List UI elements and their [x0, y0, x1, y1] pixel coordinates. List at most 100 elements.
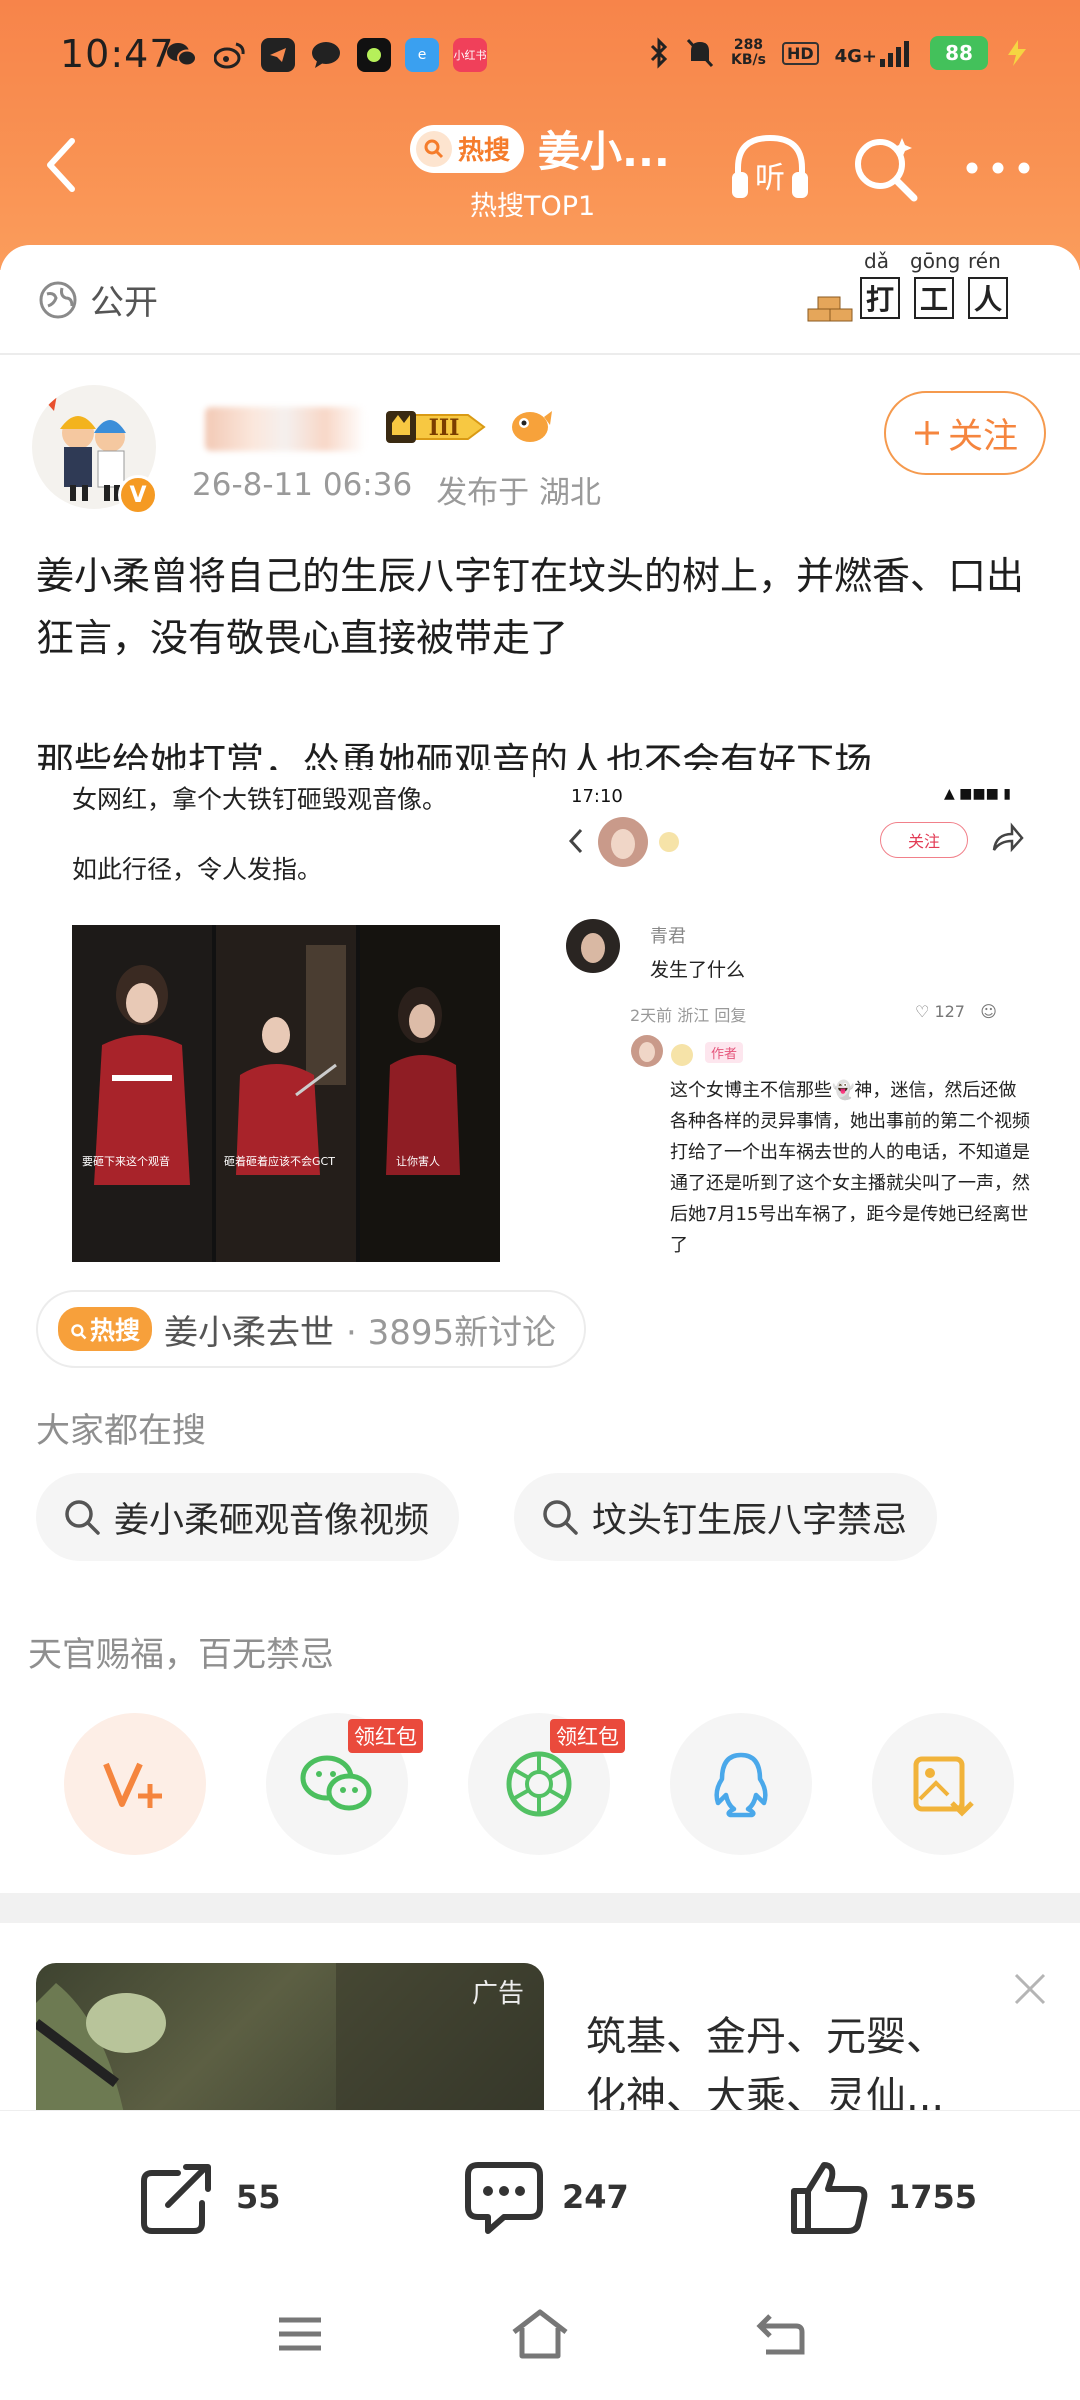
app-notif-icon — [357, 38, 391, 72]
image-status-icons: ▲ ■■■ ▮ — [943, 786, 1011, 802]
signal-indicator: 4G+ — [835, 39, 914, 67]
message-notif-icon — [309, 38, 343, 72]
nav-subtitle: 热搜TOP1 — [470, 191, 596, 222]
wechat-notif-icon — [165, 38, 199, 72]
pinyin-gong: gōng — [910, 249, 961, 273]
image-caption: 女网红，拿个大铁钉砸毁观音像。 — [72, 785, 448, 814]
username-blurred[interactable] — [205, 407, 365, 451]
visibility-row: 公开 — [38, 275, 158, 324]
hot-topic-chip[interactable]: 热搜 姜小柔去世 · 3895新讨论 — [36, 1290, 587, 1368]
comment-icon — [465, 2162, 543, 2234]
commenter-avatar — [566, 919, 620, 973]
image-back-icon — [568, 828, 583, 854]
weibo-notif-icon — [213, 38, 247, 72]
home-icon[interactable] — [510, 2308, 570, 2360]
post-meta: 26-8-11 06:36 发布于 湖北 — [192, 467, 601, 512]
post-image-right[interactable]: 17:10 ▲ ■■■ ▮ 关注 青君 发生了什么 2天前 浙江 回复 ♡ 12… — [535, 770, 1047, 1262]
search-magic-icon[interactable] — [850, 132, 922, 204]
dagongren-sticker: dǎ gōng rén 打 工 人 — [806, 249, 1016, 329]
more-icon[interactable] — [962, 150, 1034, 186]
trending-search-heading: 大家都在搜 — [36, 1411, 206, 1451]
hot-search-badge: 热搜 — [410, 124, 525, 173]
search-suggestion-chip[interactable]: 坟头钉生辰八字禁忌 — [514, 1473, 938, 1561]
post-paragraph: 姜小柔曾将自己的生辰八字钉在坟头的树上，并燃香、口出狂言，没有敬畏心直接被带走了 — [36, 554, 1025, 660]
bricks-icon — [807, 296, 853, 322]
notification-icons: e 小红书 — [165, 38, 487, 72]
repost-icon — [141, 2164, 211, 2234]
hd-badge: HD — [781, 41, 819, 65]
image-status-time: 17:10 — [571, 786, 623, 807]
redpack-badge: 领红包 — [550, 1719, 625, 1753]
ad-image[interactable]: 广告 — [36, 1963, 544, 2123]
save-image-icon — [913, 1756, 974, 1817]
author-reply: 这个女博主不信那些👻神，迷信，然后还做各种各样的灵异事情，她出事前的第二个视频打… — [670, 1080, 1030, 1256]
frame-caption: 要砸下来这个观音 — [82, 1155, 170, 1168]
redpack-badge: 领红包 — [348, 1719, 423, 1753]
frame-caption: 让你害人 — [396, 1155, 440, 1168]
back-arrow-icon[interactable] — [38, 135, 88, 195]
qq-icon — [714, 1752, 768, 1818]
verified-badge: V — [118, 475, 158, 515]
char-gong: 工 — [914, 277, 954, 319]
wechat-icon — [300, 1755, 372, 1811]
fish-badge-icon — [512, 411, 552, 442]
top-header: 10:47 e 小红书 288 KB/s HD 4G+ 88 热搜 姜小... … — [0, 0, 1080, 270]
ad-tag: 广告 — [471, 1979, 524, 2009]
video-frame: 要砸下来这个观音 — [72, 925, 212, 1262]
app-notif-icon-3: 小红书 — [453, 38, 487, 72]
menu-icon[interactable] — [275, 2314, 325, 2354]
share-save-image-button[interactable] — [872, 1713, 1014, 1855]
thumbs-up-icon — [791, 2162, 868, 2234]
frame-caption: 砸着砸着应该不会GCT — [224, 1155, 335, 1168]
share-vplus-button[interactable] — [64, 1713, 206, 1855]
image-avatar — [598, 817, 648, 867]
post-body: 姜小柔曾将自己的生辰八字钉在坟头的树上，并燃香、口出狂言，没有敬畏心直接被带走了… — [36, 545, 1046, 793]
level-badge: III — [386, 411, 486, 443]
visibility-label: 公开 — [90, 283, 158, 323]
like-button[interactable]: 1755 — [790, 2159, 977, 2235]
blessing-text: 天官赐福，百无禁忌 — [28, 1635, 334, 1675]
app-notif-icon-2: e — [405, 38, 439, 72]
repost-button[interactable]: 55 — [138, 2159, 281, 2235]
char-da: 打 — [860, 277, 900, 319]
back-nav-icon[interactable] — [756, 2312, 806, 2356]
pinyin-ren: rén — [968, 249, 1001, 273]
share-qq-button[interactable] — [670, 1713, 812, 1855]
nav-title: 姜小... — [538, 127, 670, 176]
search-icon — [65, 1500, 100, 1535]
system-nav-bar — [0, 2280, 1080, 2400]
nav-title-group[interactable]: 热搜 姜小... — [410, 118, 670, 179]
ad-text[interactable]: 筑基、金丹、元婴、 化神、大乘、灵仙... — [586, 2007, 1026, 2127]
search-suggestion-chip[interactable]: 姜小柔砸观音像视频 — [36, 1473, 460, 1561]
status-right: 288 KB/s HD 4G+ 88 — [649, 36, 1030, 70]
telegram-notif-icon — [261, 38, 295, 72]
author-badge — [671, 1044, 693, 1066]
post-card: 公开 dǎ gōng rén 打 工 人 V III 26-8-11 06:36… — [0, 245, 1080, 2123]
post-image-left[interactable]: 女网红，拿个大铁钉砸毁观音像。 如此行径，令人发指。 要砸下来这个观音 砸着砸着… — [36, 770, 526, 1262]
video-frame: 砸着砸着应该不会GCT — [216, 925, 356, 1262]
net-speed: 288 KB/s — [730, 37, 766, 68]
search-icon — [543, 1500, 578, 1535]
comment-text: 发生了什么 — [650, 959, 746, 981]
listen-icon[interactable]: 听 — [728, 132, 812, 204]
image-follow-badge: 关注 — [880, 822, 968, 858]
video-frame: 让你害人 — [360, 925, 500, 1262]
svg-text:听: 听 — [755, 161, 785, 196]
battery-indicator: 88 — [930, 36, 988, 70]
follow-button[interactable]: 关注 — [884, 391, 1046, 475]
globe-icon — [39, 281, 77, 318]
topic-name: 姜小柔去世 — [164, 1312, 335, 1353]
comment-likes: ♡ 127 ☺ — [915, 1002, 997, 1021]
svg-text:III: III — [429, 415, 460, 441]
close-icon[interactable] — [1010, 1969, 1050, 2009]
pinyin-da: dǎ — [864, 249, 889, 273]
comment-meta: 2天前 浙江 回复 — [630, 1006, 747, 1025]
video-frames: 要砸下来这个观音 砸着砸着应该不会GCT 让你害人 — [72, 925, 500, 1262]
author-avatar — [631, 1035, 663, 1067]
section-separator — [0, 1893, 1080, 1923]
comment-button[interactable]: 247 — [464, 2159, 629, 2235]
v-plus-icon — [103, 1762, 162, 1808]
moments-icon — [506, 1751, 572, 1817]
image-caption: 如此行径，令人发指。 — [72, 855, 323, 884]
mute-icon — [686, 38, 714, 68]
